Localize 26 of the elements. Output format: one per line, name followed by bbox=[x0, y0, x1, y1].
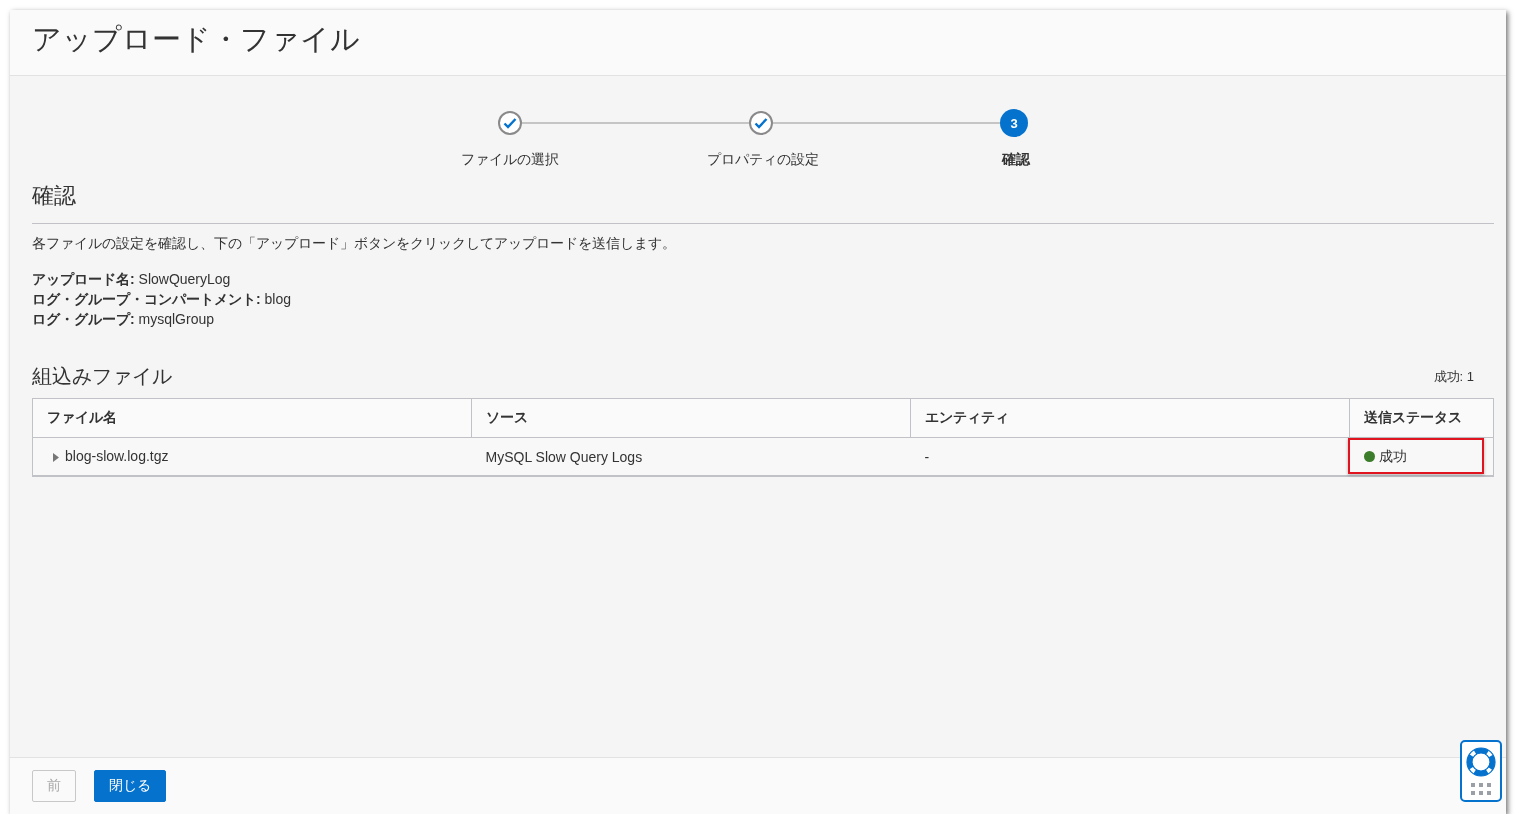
check-icon bbox=[754, 117, 768, 129]
detail-text: アップロード名: SlowQueryLog bbox=[32, 271, 231, 287]
column-header: ソース bbox=[486, 409, 528, 425]
status-text: 成功 bbox=[1378, 447, 1407, 464]
table-cell: - bbox=[924, 448, 930, 465]
detail-text: ログ・グループ・コンパートメント: blog bbox=[32, 291, 292, 307]
success-count: 成功: 1 bbox=[1433, 368, 1474, 386]
table-cell: blog-slow.log.tgz bbox=[65, 447, 169, 464]
step-label: プロパティの設定 bbox=[707, 151, 819, 167]
lifebuoy-icon bbox=[1466, 747, 1496, 777]
check-icon bbox=[503, 117, 517, 129]
step-label: 確認 bbox=[1002, 151, 1030, 167]
column-header: 送信ステータス bbox=[1364, 409, 1462, 425]
table-cell: MySQL Slow Query Logs bbox=[485, 448, 643, 465]
step-label: ファイルの選択 bbox=[461, 151, 559, 167]
grid-icon bbox=[1471, 783, 1491, 795]
section-title: 確認 bbox=[32, 182, 76, 210]
detail-text: ログ・グループ: mysqlGroup bbox=[32, 311, 215, 327]
dialog-title: アップロード・ファイル bbox=[32, 21, 360, 57]
column-header: ファイル名 bbox=[47, 409, 117, 425]
column-header: エンティティ bbox=[925, 409, 1009, 425]
table-title: 組込みファイル bbox=[32, 364, 172, 389]
step-marker: 3 bbox=[1000, 109, 1028, 137]
help-widget[interactable] bbox=[1460, 740, 1502, 802]
description-text: 各ファイルの設定を確認し、下の「アップロード」ボタンをクリックしてアップロードを送信します。 bbox=[32, 235, 676, 251]
close-button[interactable]: 閉じる bbox=[94, 770, 166, 802]
